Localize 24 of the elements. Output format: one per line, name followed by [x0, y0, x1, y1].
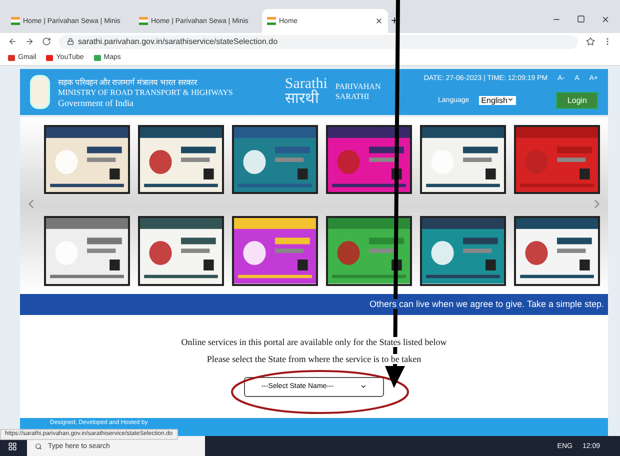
login-button[interactable]: Login: [556, 92, 598, 109]
brand-text: PARIVAHAN: [335, 82, 381, 92]
ministry-name: MINISTRY OF ROAD TRANSPORT & HIGHWAYS: [58, 88, 233, 97]
search-icon: [35, 442, 42, 450]
close-icon[interactable]: [375, 17, 383, 25]
back-icon[interactable]: [8, 37, 17, 46]
language-select[interactable]: English: [479, 96, 516, 105]
ministry-hindi: सड़क परिवहन और राजमार्ग मंत्रालय भारत सरकार: [58, 76, 198, 87]
start-icon[interactable]: [8, 442, 17, 450]
brand-text: SARATHI: [335, 92, 370, 102]
maximize-icon[interactable]: [577, 15, 585, 23]
emblem-icon: [30, 74, 50, 109]
reload-icon[interactable]: [42, 37, 51, 46]
star-icon[interactable]: [586, 37, 595, 46]
new-tab-icon[interactable]: [390, 16, 399, 25]
caret-icon: [360, 383, 367, 390]
marquee-text: Others can live when we agree to give. Take a simple step.: [370, 299, 604, 310]
notice-text: Online services in this portal are available only for the States listed below: [181, 336, 447, 346]
government-name: Government of India: [58, 98, 134, 108]
notice-text: Please select the State from where the service is to be taken: [206, 354, 422, 364]
close-icon[interactable]: [601, 15, 610, 24]
caret-icon: [507, 96, 514, 103]
address-bar[interactable]: sarathi.parivahan.gov.in/sarathiservice/stateSelection.do: [59, 34, 578, 48]
forward-icon[interactable]: [25, 37, 34, 46]
